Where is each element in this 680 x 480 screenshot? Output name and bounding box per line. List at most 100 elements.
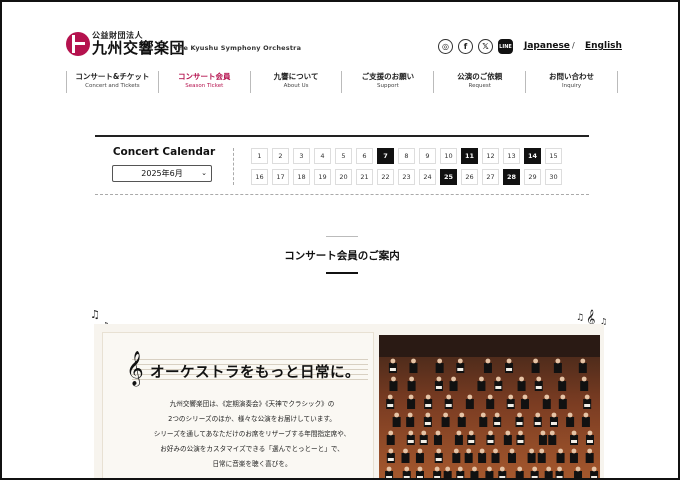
nav-label: ご支援のお願い [361, 72, 415, 81]
photo-music-stand [531, 476, 538, 478]
photo-figure-head [546, 466, 552, 472]
photo-figure-head [409, 376, 415, 382]
photo-figure-head [549, 430, 555, 436]
photo-music-stand [468, 440, 475, 443]
instagram-icon[interactable]: ◎ [438, 39, 453, 54]
photo-figure-body [477, 381, 486, 391]
calendar-day: 16 [251, 169, 268, 185]
calendar-day: 12 [482, 148, 499, 164]
photo-figure-head [457, 358, 463, 364]
nav-item-support[interactable]: ご支援のお願い Support [341, 71, 433, 93]
calendar-day-concert[interactable]: 25 [440, 169, 457, 185]
photo-music-stand [424, 422, 431, 425]
lang-english-link[interactable]: English [585, 41, 622, 51]
photo-figure-head [508, 394, 514, 400]
photo-figure-head [551, 412, 557, 418]
calendar-day-concert[interactable]: 28 [503, 169, 520, 185]
calendar-day: 27 [482, 169, 499, 185]
photo-figure-body [407, 399, 416, 409]
photo-figure-head [560, 394, 566, 400]
photo-music-stand [435, 386, 442, 389]
photo-music-stand [499, 476, 506, 478]
photo-figure-head [388, 448, 394, 454]
photo-figure-head [517, 466, 523, 472]
photo-music-stand [434, 476, 441, 478]
music-notes-icon: ♫ [576, 313, 585, 323]
photo-figure-head [533, 358, 538, 364]
photo-figure-head [544, 394, 550, 400]
photo-figure-head [390, 358, 396, 364]
photo-figure-head [425, 394, 431, 400]
photo-figure-body [590, 471, 599, 478]
photo-figure-body [479, 417, 488, 427]
photo-figure-body [401, 453, 410, 463]
photo-figure-body [486, 399, 495, 409]
photo-figure-body [558, 381, 567, 391]
photo-figure-head [584, 394, 590, 400]
lang-japanese-link[interactable]: Japanese [524, 41, 570, 51]
nav-label: コンサート会員 [177, 72, 231, 81]
calendar-top-rule [95, 135, 589, 137]
photo-figure-head [435, 430, 441, 436]
photo-music-stand [387, 458, 394, 461]
intro-text-line: 2つのシリーズのほか、様々な公演をお届けしています。 [168, 415, 336, 423]
calendar-title: Concert Calendar [112, 146, 216, 158]
nav-label: 公演のご依頼 [457, 72, 503, 81]
nav-sublabel: Season Ticket [185, 83, 224, 89]
photo-music-stand [495, 386, 502, 389]
global-nav: コンサート&チケット Concert and Tickets コンサート会員 S… [66, 71, 618, 93]
nav-sublabel: About Us [283, 83, 309, 89]
photo-figure-head [506, 358, 512, 364]
intro-text-line: シリーズを通してあなただけのお席をリザーブする年間指定席や、 [153, 430, 351, 438]
orchestra-photo-illustration [379, 335, 600, 478]
nav-item-inquiry[interactable]: お問い合わせ Inquiry [525, 71, 618, 93]
photo-figure-head [493, 448, 498, 454]
music-notes-icon: ♫ [90, 308, 100, 321]
month-select[interactable]: 2025年6月 ⌄ [112, 165, 212, 182]
photo-figure-body [449, 381, 458, 391]
photo-figure-head [495, 376, 501, 382]
photo-figure-head [567, 412, 573, 418]
photo-figure-body [527, 453, 536, 463]
photo-figure-head [445, 466, 451, 472]
facebook-icon[interactable]: f [458, 39, 473, 54]
photo-figure-head [391, 376, 396, 382]
photo-music-stand [386, 476, 393, 478]
photo-figure-head [487, 466, 492, 472]
photo-figure-body [415, 453, 424, 463]
photo-figure-head [559, 376, 565, 382]
photo-music-stand [571, 440, 578, 443]
calendar-day-concert[interactable]: 11 [461, 148, 478, 164]
photo-music-stand [507, 404, 514, 407]
page-frame: 公益財団法人 九州交響楽団 The Kyushu Symphony Orches… [0, 0, 680, 480]
logo-english-name: The Kyushu Symphony Orchestra [174, 44, 302, 52]
photo-figure-head [540, 430, 546, 436]
photo-figure-body [465, 399, 474, 409]
calendar-day-concert[interactable]: 7 [377, 148, 394, 164]
photo-figure-body [581, 417, 590, 427]
nav-item-about[interactable]: 九響について About Us [249, 71, 342, 93]
orchestra-photo [379, 335, 600, 478]
calendar-day-concert[interactable]: 14 [524, 148, 541, 164]
photo-figure-body [407, 381, 416, 391]
line-icon[interactable]: LINE [498, 39, 513, 54]
photo-figure-head [494, 412, 500, 418]
x-icon[interactable]: 𝕏 [478, 39, 493, 54]
nav-item-season-ticket[interactable]: コンサート会員 Season Ticket [157, 71, 250, 93]
photo-music-stand [416, 476, 423, 478]
calendar-day: 15 [545, 148, 562, 164]
photo-figure-head [411, 358, 416, 364]
photo-music-stand [387, 404, 394, 407]
photo-figure-head [575, 466, 581, 472]
calendar-day: 8 [398, 148, 415, 164]
nav-item-request[interactable]: 公演のご依頼 Request [433, 71, 525, 93]
photo-figure-head [436, 448, 442, 454]
photo-music-stand [584, 404, 591, 407]
photo-music-stand [516, 422, 523, 425]
photo-figure-head [386, 466, 392, 472]
photo-figure-head [466, 448, 472, 454]
calendar-day: 24 [419, 169, 436, 185]
site-logo[interactable]: 公益財団法人 九州交響楽団 [66, 32, 185, 56]
nav-item-concert[interactable]: コンサート&チケット Concert and Tickets [66, 71, 158, 93]
photo-figure-body [464, 453, 473, 463]
